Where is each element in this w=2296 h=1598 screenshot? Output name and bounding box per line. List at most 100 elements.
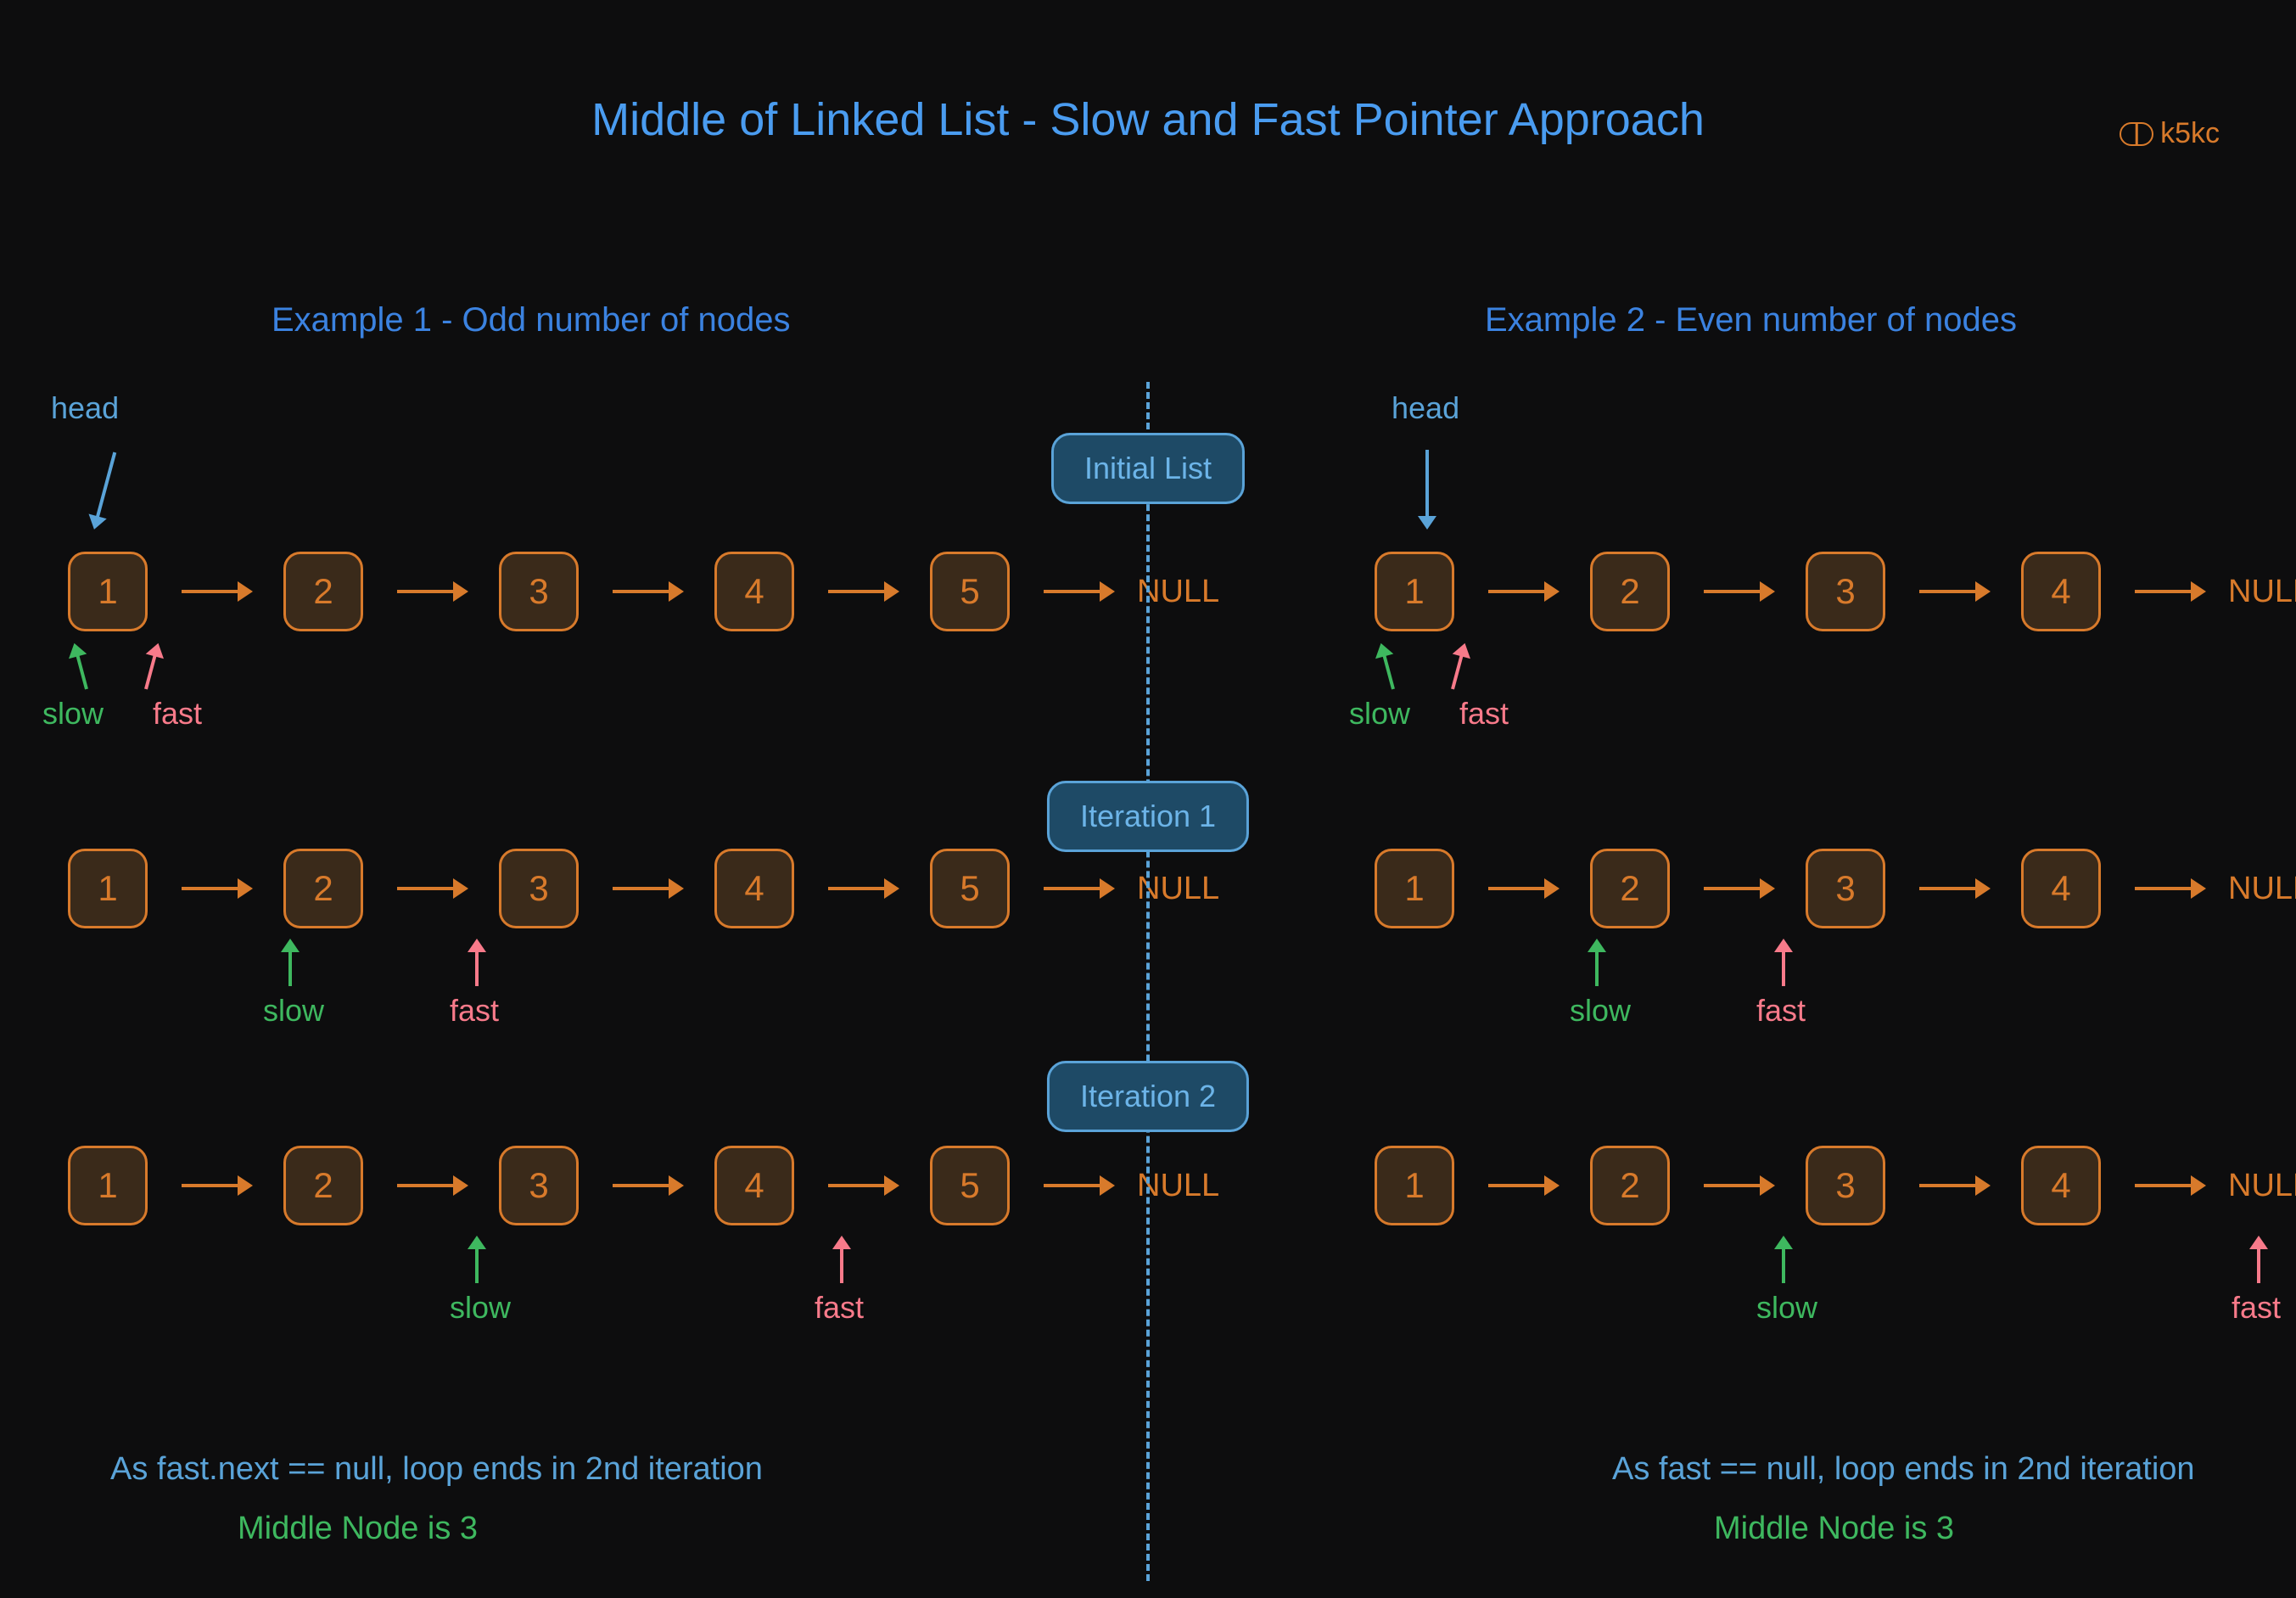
node: 1 [1375,552,1454,631]
arrow-icon [182,590,249,593]
slow-label: slow [1349,696,1410,732]
ex1-initial-row: 1 2 3 4 5 NULL [68,552,1219,631]
arrow-icon [397,887,465,890]
fast-label: fast [815,1290,864,1326]
arrow-icon [613,887,680,890]
null-label: NULL [2228,574,2296,610]
node: 3 [1806,552,1885,631]
node: 2 [283,849,363,928]
arrow-icon [182,1184,249,1187]
arrow-icon [397,1184,465,1187]
watermark-text: k5kc [2160,117,2220,150]
fast-label: fast [2232,1290,2281,1326]
node: 1 [1375,849,1454,928]
ex2-initial-row: 1 2 3 4 NULL [1375,552,2296,631]
node: 4 [714,849,794,928]
arrow-icon [1488,887,1556,890]
fast-arrow-icon [475,942,479,986]
node: 1 [68,1146,148,1225]
arrow-icon [1488,1184,1556,1187]
node: 3 [1806,849,1885,928]
arrow-icon [1704,590,1772,593]
node: 2 [1590,849,1670,928]
node: 5 [930,552,1010,631]
fast-label: fast [153,696,202,732]
node: 4 [2021,1146,2101,1225]
arrow-icon [1488,590,1556,593]
node: 1 [68,552,148,631]
node: 4 [714,552,794,631]
arrow-icon [1044,887,1112,890]
slow-arrow-icon [288,942,292,986]
node: 2 [283,1146,363,1225]
fast-label: fast [1756,993,1806,1029]
null-label: NULL [2228,1168,2296,1204]
ex2-iter1-row: 1 2 3 4 NULL [1375,849,2296,928]
ex1-iter1-row: 1 2 3 4 5 NULL [68,849,1219,928]
slow-arrow-icon [1782,1239,1785,1283]
arrow-icon [613,590,680,593]
node: 3 [499,849,579,928]
null-label: NULL [2228,871,2296,907]
arrow-icon [1044,1184,1112,1187]
arrow-icon [182,887,249,890]
head-label: head [51,390,119,426]
ex2-result: Middle Node is 3 [1714,1511,1954,1547]
node: 5 [930,849,1010,928]
fast-label: fast [450,993,499,1029]
fast-arrow-icon [2257,1239,2260,1283]
node: 2 [1590,552,1670,631]
node: 1 [1375,1146,1454,1225]
node: 3 [1806,1146,1885,1225]
logo-icon [2120,122,2153,146]
node: 4 [2021,849,2101,928]
node: 4 [714,1146,794,1225]
fast-arrow-icon [840,1239,843,1283]
arrow-icon [2135,887,2203,890]
ex1-iter2-row: 1 2 3 4 5 NULL [68,1146,1219,1225]
slow-label: slow [1756,1290,1817,1326]
slow-arrow-icon [475,1239,479,1283]
slow-arrow-icon [74,646,88,689]
fast-label: fast [1459,696,1509,732]
ex1-condition: As fast.next == null, loop ends in 2nd i… [110,1451,763,1488]
arrow-icon [1704,1184,1772,1187]
example2-subtitle: Example 2 - Even number of nodes [1485,301,2017,339]
node: 2 [283,552,363,631]
stage-iter2: Iteration 2 [1047,1061,1249,1132]
page-title: Middle of Linked List - Slow and Fast Po… [0,93,2296,146]
stage-iter1: Iteration 1 [1047,781,1249,852]
arrow-icon [2135,590,2203,593]
node: 1 [68,849,148,928]
arrow-icon [397,590,465,593]
arrow-icon [1704,887,1772,890]
node: 5 [930,1146,1010,1225]
arrow-icon [828,1184,896,1187]
arrow-icon [828,590,896,593]
arrow-icon [1919,1184,1987,1187]
node: 3 [499,1146,579,1225]
example1-subtitle: Example 1 - Odd number of nodes [272,301,790,339]
node: 3 [499,552,579,631]
stage-initial: Initial List [1051,433,1245,504]
fast-arrow-icon [1451,646,1465,689]
slow-label: slow [42,696,104,732]
head-arrow-icon [1425,450,1429,526]
slow-label: slow [263,993,324,1029]
arrow-icon [1919,887,1987,890]
node: 4 [2021,552,2101,631]
fast-arrow-icon [144,646,159,689]
head-label: head [1392,390,1459,426]
slow-label: slow [1570,993,1631,1029]
watermark: k5kc [2120,117,2220,150]
ex1-result: Middle Node is 3 [238,1511,478,1547]
slow-arrow-icon [1595,942,1599,986]
slow-label: slow [450,1290,511,1326]
node: 2 [1590,1146,1670,1225]
arrow-icon [1919,590,1987,593]
ex2-iter2-row: 1 2 3 4 NULL [1375,1146,2296,1225]
slow-arrow-icon [1380,646,1395,689]
vertical-divider [1146,382,1150,1581]
arrow-icon [613,1184,680,1187]
fast-arrow-icon [1782,942,1785,986]
